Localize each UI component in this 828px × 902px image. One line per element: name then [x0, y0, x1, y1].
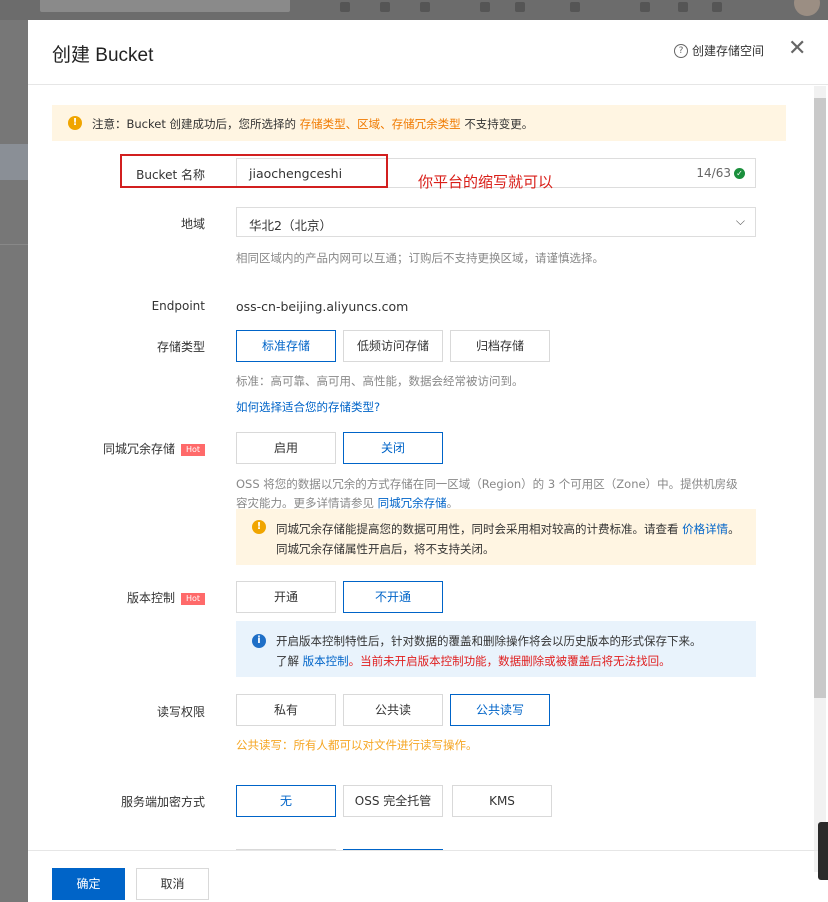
info-icon: i: [252, 634, 266, 648]
zrs-label: 同城冗余存储: [102, 442, 175, 456]
acl-public-read-write-option[interactable]: 公共读写: [450, 694, 550, 726]
encryption-oss-managed-option[interactable]: OSS 完全托管: [343, 785, 443, 817]
endpoint-value: oss-cn-beijing.aliyuncs.com: [236, 299, 409, 314]
region-label: 地域: [180, 217, 205, 231]
endpoint-label: Endpoint: [151, 299, 205, 313]
versioning-tip-prefix: 了解: [276, 654, 299, 668]
notice-suffix: 不支持变更。: [464, 117, 534, 131]
encryption-none-option[interactable]: 无: [236, 785, 336, 817]
zrs-doc-link[interactable]: 同城冗余存储: [378, 496, 447, 510]
scrollbar-thumb[interactable]: [814, 98, 826, 698]
storage-class-label: 存储类型: [156, 340, 205, 354]
toolbar-icon[interactable]: [570, 2, 580, 12]
close-icon[interactable]: ✕: [788, 38, 806, 60]
pricing-details-link[interactable]: 价格详情: [682, 522, 728, 536]
zrs-desc-line2: 容灾能力。更多详情请参见: [236, 496, 374, 510]
notice-text: 注意：Bucket 创建成功后，您所选择的 存储类型、区域、存储冗余类型 不支持…: [92, 116, 533, 132]
toolbar-icon[interactable]: [420, 2, 430, 12]
toolbar-icon[interactable]: [678, 2, 688, 12]
versioning-label-row: 版本控制 Hot: [80, 589, 205, 606]
question-icon: ?: [674, 43, 688, 58]
char-count: 14/63: [696, 166, 731, 180]
zrs-tip-body: 同城冗余存储能提高您的数据可用性，同时会采用相对较高的计费标准。请查看: [276, 522, 679, 536]
header-divider: [28, 84, 828, 85]
notice-highlight: 存储类型、区域、存储冗余类型: [299, 117, 461, 131]
toolbar-icon[interactable]: [480, 2, 490, 12]
storage-class-ia[interactable]: 低频访问存储: [343, 330, 443, 362]
storage-class-archive[interactable]: 归档存储: [450, 330, 550, 362]
storage-class-hint: 标准：高可靠、高可用、高性能，数据会经常被访问到。: [236, 374, 524, 388]
versioning-tip-line1: 开启版本控制特性后，针对数据的覆盖和删除操作将会以历史版本的形式保存下来。: [276, 634, 702, 648]
toolbar-icon[interactable]: [380, 2, 390, 12]
region-select[interactable]: 华北2（北京） ⌵: [236, 207, 756, 237]
notice-prefix: 注意：Bucket 创建成功后，您所选择的: [92, 117, 296, 131]
zrs-disable-option[interactable]: 关闭: [343, 432, 443, 464]
check-circle-icon: ✓: [734, 167, 745, 179]
char-counter: 14/63 ✓: [696, 166, 745, 180]
hot-badge: Hot: [180, 443, 205, 456]
zrs-pricing-tip: ! 同城冗余存储能提高您的数据可用性，同时会采用相对较高的计费标准。请查看 价格…: [236, 509, 756, 565]
warning-icon: !: [68, 116, 82, 130]
zrs-label-row: 同城冗余存储 Hot: [80, 440, 205, 457]
console-search-box[interactable]: [40, 0, 290, 12]
versioning-enable-option[interactable]: 开通: [236, 581, 336, 613]
encryption-label: 服务端加密方式: [120, 795, 205, 809]
floating-side-widget[interactable]: [818, 822, 828, 880]
versioning-doc-link[interactable]: 版本控制: [303, 654, 349, 668]
divider: [0, 244, 28, 245]
versioning-label: 版本控制: [126, 591, 175, 605]
zrs-desc-end: 。: [446, 496, 459, 510]
help-link-label: 创建存储空间: [692, 44, 765, 58]
warning-icon: !: [252, 520, 266, 534]
storage-class-help-link[interactable]: 如何选择适合您的存储类型?: [236, 399, 380, 415]
acl-public-read-option[interactable]: 公共读: [343, 694, 443, 726]
zrs-enable-option[interactable]: 启用: [236, 432, 336, 464]
footer-divider: [28, 850, 828, 851]
create-bucket-dialog: 创建 Bucket ? 创建存储空间 ✕ ! 注意：Bucket 创建成功后，您…: [28, 20, 828, 902]
chevron-down-icon: ⌵: [735, 214, 745, 228]
toolbar-icon[interactable]: [515, 2, 525, 12]
region-value: 华北2（北京）: [249, 218, 332, 233]
background-sidebar: [0, 20, 28, 902]
zrs-tip-text: 同城冗余存储能提高您的数据可用性，同时会采用相对较高的计费标准。请查看 价格详情…: [276, 519, 746, 559]
acl-private-option[interactable]: 私有: [236, 694, 336, 726]
annotation-highlight-box: [120, 154, 388, 188]
encryption-kms-option[interactable]: KMS: [452, 785, 552, 817]
toolbar-icon[interactable]: [340, 2, 350, 12]
bell-icon[interactable]: [640, 2, 650, 12]
zrs-description: OSS 将您的数据以冗余的方式存储在同一区域（Region）的 3 个可用区（Z…: [236, 475, 760, 513]
dialog-title: 创建 Bucket: [52, 45, 154, 66]
change-notice-banner: ! 注意：Bucket 创建成功后，您所选择的 存储类型、区域、存储冗余类型 不…: [52, 105, 786, 141]
confirm-button[interactable]: 确定: [52, 868, 125, 900]
help-icon[interactable]: [712, 2, 722, 12]
acl-hint: 公共读写：所有人都可以对文件进行读写操作。: [236, 738, 478, 752]
acl-label: 读写权限: [156, 705, 205, 719]
region-hint: 相同区域内的产品内网可以互通；订购后不支持更换区域，请谨慎选择。: [236, 251, 604, 265]
sidebar-selected-item[interactable]: [0, 144, 28, 180]
cancel-button[interactable]: 取消: [136, 868, 209, 900]
avatar[interactable]: [794, 0, 820, 16]
versioning-tip-text: 开启版本控制特性后，针对数据的覆盖和删除操作将会以历史版本的形式保存下来。 了解…: [276, 631, 746, 671]
versioning-disable-option[interactable]: 不开通: [343, 581, 443, 613]
hot-badge: Hot: [180, 592, 205, 605]
zrs-desc-line1: OSS 将您的数据以冗余的方式存储在同一区域（Region）的 3 个可用区（Z…: [236, 477, 738, 491]
versioning-warning: 。当前未开启版本控制功能，数据删除或被覆盖后将无法找回。: [348, 654, 671, 668]
versioning-info-tip: i 开启版本控制特性后，针对数据的覆盖和删除操作将会以历史版本的形式保存下来。 …: [236, 621, 756, 677]
storage-class-standard[interactable]: 标准存储: [236, 330, 336, 362]
annotation-text: 你平台的缩写就可以: [418, 173, 554, 191]
console-top-bar: [0, 0, 828, 20]
create-bucket-help-link[interactable]: ? 创建存储空间: [674, 42, 764, 59]
